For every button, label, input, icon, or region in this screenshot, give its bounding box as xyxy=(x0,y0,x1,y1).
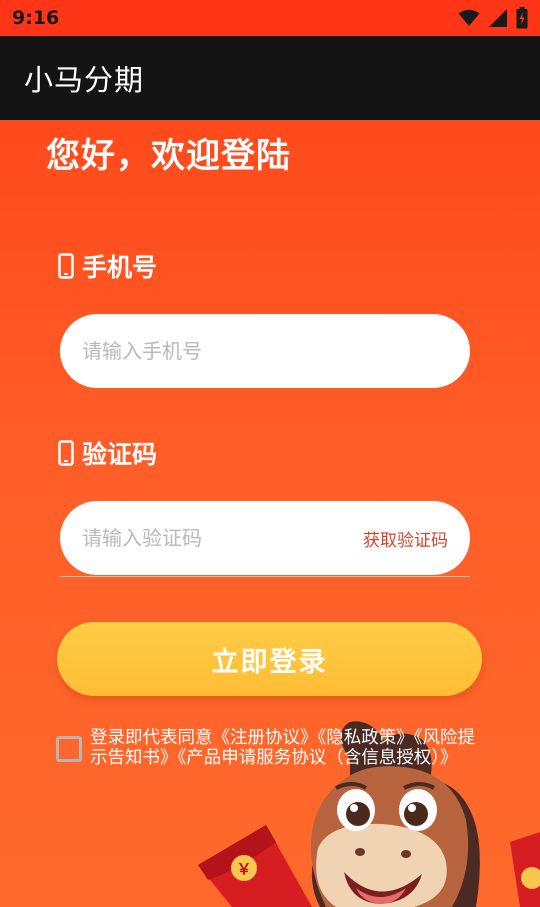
agreement-checkbox[interactable] xyxy=(56,736,82,762)
status-time: 9:16 xyxy=(12,7,60,29)
status-bar: 9:16 xyxy=(0,0,540,36)
wifi-icon xyxy=(458,9,480,26)
red-envelope-right xyxy=(510,832,540,907)
mobile-phone-icon xyxy=(58,253,74,279)
phone-label: 手机号 xyxy=(58,248,157,284)
app-bar: 小马分期 xyxy=(0,36,540,120)
login-content: ￥ 您好，欢迎登陆 手机号 请输入手机号 验证码 请输入验证码 获取验证码 立即… xyxy=(0,120,540,907)
get-code-button[interactable]: 获取验证码 xyxy=(363,526,448,551)
code-label: 验证码 xyxy=(58,435,157,471)
phone-input-box[interactable] xyxy=(60,314,470,388)
code-input-box[interactable]: 获取验证码 xyxy=(60,501,470,575)
phone-input[interactable] xyxy=(82,339,448,363)
app-title: 小马分期 xyxy=(24,63,145,97)
agreement-text[interactable]: 登录即代表同意《注册协议》《隐私政策》《风险提示告知书》《产品申请服务协议（含信… xyxy=(90,728,475,768)
mobile-phone-icon xyxy=(58,440,74,466)
code-input[interactable] xyxy=(82,526,363,550)
code-underline xyxy=(60,576,470,577)
cell-signal-icon xyxy=(489,9,507,27)
status-icons xyxy=(458,7,528,29)
phone-label-text: 手机号 xyxy=(82,253,158,282)
yen-symbol: ￥ xyxy=(236,860,251,878)
code-label-text: 验证码 xyxy=(82,440,158,469)
login-button[interactable]: 立即登录 xyxy=(57,622,482,696)
red-envelope-left: ￥ xyxy=(198,825,312,907)
battery-icon xyxy=(516,7,528,29)
welcome-title: 您好，欢迎登陆 xyxy=(46,136,291,176)
